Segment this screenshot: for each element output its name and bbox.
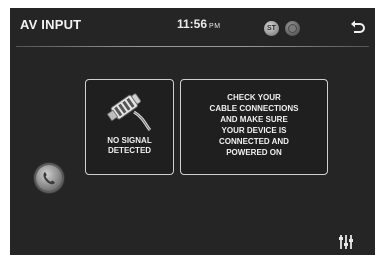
clock-time: 11:56 [177,17,208,31]
instruction-line: CHECK YOUR [227,93,281,102]
no-signal-line-1: NO SIGNAL [107,136,152,145]
instruction-line: POWERED ON [226,148,282,157]
clock-ampm: PM [209,23,221,30]
instruction-line: AND MAKE SURE [220,115,288,124]
no-signal-message: NO SIGNAL DETECTED [86,136,173,156]
phone-icon [43,172,55,185]
av-input-screen: AV INPUT 11:56 PM ST NO SIGNAL DETECTED … [10,8,375,255]
clock: 11:56 PM [177,17,221,31]
instruction-line: CONNECTED AND [219,137,289,146]
page-title: AV INPUT [20,17,82,32]
no-signal-line-2: DETECTED [107,146,152,155]
source-indicator [285,21,300,36]
no-signal-panel: NO SIGNAL DETECTED [85,79,174,175]
back-arrow-icon [351,20,365,33]
instructions-message: CHECK YOUR CABLE CONNECTIONS AND MAKE SU… [181,92,327,158]
equalizer-icon [339,235,353,249]
phone-button[interactable] [36,165,62,191]
back-button[interactable] [348,17,368,37]
header-divider [16,46,369,47]
stereo-indicator: ST [264,21,279,36]
instructions-panel: CHECK YOUR CABLE CONNECTIONS AND MAKE SU… [180,79,328,175]
instruction-line: CABLE CONNECTIONS [209,104,299,113]
instruction-line: YOUR DEVICE IS [221,126,287,135]
equalizer-button[interactable] [337,233,355,251]
top-bar: AV INPUT 11:56 PM ST [10,8,375,46]
source-indicator-dot [288,24,297,33]
cable-plug-icon [106,93,152,132]
